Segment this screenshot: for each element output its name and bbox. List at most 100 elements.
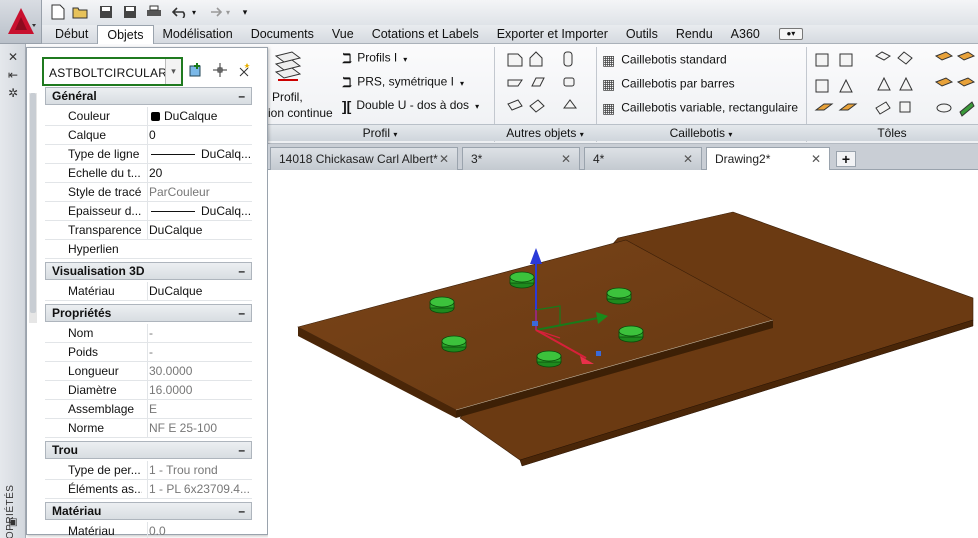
property-value[interactable]: DuCalque [147, 282, 251, 300]
tab-a360[interactable]: A360 [722, 25, 769, 44]
section-header[interactable]: Général – [45, 87, 252, 105]
doc-tab-4[interactable]: 4* ✕ [584, 147, 702, 170]
collapse-icon[interactable]: – [238, 503, 245, 519]
section-header[interactable]: Propriétés – [45, 304, 252, 322]
bolt-head[interactable] [606, 287, 632, 305]
object-type-select[interactable]: ASTBOLTCIRCULAR ▾ [42, 57, 183, 86]
property-value[interactable]: 20 [147, 164, 251, 182]
property-row[interactable]: Diamètre 16.0000 [45, 381, 252, 400]
panel-title-toles[interactable]: Tôles [806, 124, 978, 141]
section-header[interactable]: Matériau – [45, 502, 252, 520]
property-value[interactable]: 30.0000 [147, 362, 251, 380]
drawing-viewport[interactable] [268, 170, 978, 538]
palette-settings-icon[interactable]: ✲ [6, 86, 20, 100]
autres-objets-icons[interactable] [504, 50, 592, 120]
property-row[interactable]: Hyperlien [45, 240, 252, 259]
property-value[interactable]: 0.0 [147, 522, 251, 538]
property-row[interactable]: Matériau DuCalque [45, 282, 252, 301]
close-tab-icon[interactable]: ✕ [683, 148, 693, 170]
doc-tab-3[interactable]: 3* ✕ [462, 147, 580, 170]
collapse-icon[interactable]: – [238, 305, 245, 321]
property-row[interactable]: Nom - [45, 324, 252, 343]
autohide-icon[interactable]: ⇤ [6, 68, 20, 82]
doc-tab-14018[interactable]: 14018 Chickasaw Carl Albert* ✕ [270, 147, 458, 170]
redo-dropdown-icon[interactable]: ▾ [222, 3, 234, 21]
tab-cotations-et-labels[interactable]: Cotations et Labels [363, 25, 488, 44]
section-header[interactable]: Visualisation 3D – [45, 262, 252, 280]
property-value[interactable]: 0 [147, 126, 251, 144]
close-tab-icon[interactable]: ✕ [561, 148, 571, 170]
toggle-pickadd-icon[interactable] [187, 62, 205, 80]
property-row[interactable]: Type de ligne DuCalq... [45, 145, 252, 164]
save-as-icon[interactable] [120, 3, 140, 21]
bolt-head[interactable] [441, 335, 467, 353]
property-value[interactable]: DuCalque [147, 221, 251, 239]
property-row[interactable]: Epaisseur d... DuCalq... [45, 202, 252, 221]
property-row[interactable]: Assemblage E [45, 400, 252, 419]
undo-dropdown-icon[interactable]: ▾ [188, 3, 200, 21]
close-tab-icon[interactable]: ✕ [811, 148, 821, 170]
property-row[interactable]: Echelle du t... 20 [45, 164, 252, 183]
double-u-button[interactable]: ][Double U - dos à dos ▾ [342, 98, 479, 114]
caillebotis-variable-button[interactable]: ▦ Caillebotis variable, rectangulaire [602, 100, 798, 117]
panel-title-profil[interactable]: Profil ▾ [266, 124, 494, 141]
print-icon[interactable] [144, 3, 164, 21]
doc-tab-drawing2[interactable]: Drawing2* ✕ [706, 147, 830, 171]
tab-modelisation[interactable]: Modélisation [154, 25, 242, 44]
property-row[interactable]: Style de tracé ParCouleur [45, 183, 252, 202]
property-row[interactable]: Poids - [45, 343, 252, 362]
property-row[interactable]: Couleur DuCalque [45, 107, 252, 126]
property-row[interactable]: Transparence DuCalque [45, 221, 252, 240]
new-tab-plus-icon[interactable]: + [836, 151, 856, 167]
close-tab-icon[interactable]: ✕ [439, 148, 449, 170]
undo-icon[interactable] [170, 3, 190, 21]
property-row[interactable]: Norme NF E 25-100 [45, 419, 252, 438]
property-row[interactable]: Calque 0 [45, 126, 252, 145]
prs-symetrique-button[interactable]: ℶ PRS, symétrique I ▾ [342, 74, 464, 91]
property-row[interactable]: Longueur 30.0000 [45, 362, 252, 381]
property-value[interactable]: 1 - Trou rond [147, 461, 251, 479]
property-value[interactable]: ParCouleur [147, 183, 251, 201]
tab-vue[interactable]: Vue [323, 25, 363, 44]
z-axis-arrow-icon[interactable] [530, 248, 542, 264]
tab-debut[interactable]: Début [46, 25, 97, 44]
property-row[interactable]: Matériau 0.0 [45, 522, 252, 538]
save-icon[interactable] [96, 3, 116, 21]
property-value[interactable]: 1 - PL 6x23709.4... [147, 480, 251, 498]
property-value[interactable]: DuCalq... [147, 145, 251, 163]
caillebotis-standard-button[interactable]: ▦ Caillebotis standard [602, 52, 727, 69]
bolt-head[interactable] [536, 350, 562, 368]
property-row[interactable]: Type de per... 1 - Trou rond [45, 461, 252, 480]
customize-quick-access-icon[interactable]: ▾ [238, 3, 252, 21]
palette-menu-icon[interactable]: ▣ [6, 516, 20, 530]
tab-documents[interactable]: Documents [242, 25, 323, 44]
panel-title-autres-objets[interactable]: Autres objets ▾ [494, 124, 596, 141]
new-file-icon[interactable] [48, 3, 68, 21]
bolt-head[interactable] [509, 271, 535, 289]
close-icon[interactable]: ✕ [6, 50, 20, 64]
redo-icon[interactable] [204, 3, 224, 21]
gizmo-origin[interactable] [532, 321, 538, 326]
palette-scrollbar[interactable] [29, 93, 37, 323]
model-3d-view[interactable] [268, 170, 978, 538]
quick-select-icon[interactable] [235, 62, 253, 80]
property-value[interactable]: - [147, 343, 251, 361]
bolt-head[interactable] [429, 296, 455, 314]
property-value[interactable]: DuCalque [147, 107, 251, 125]
profils-i-button[interactable]: ℶ Profils I ▾ [342, 50, 407, 67]
property-value[interactable]: NF E 25-100 [147, 419, 251, 437]
profil-continue-button[interactable]: Profil, ion continue [266, 48, 338, 124]
property-value[interactable]: 16.0000 [147, 381, 251, 399]
tab-rendu[interactable]: Rendu [667, 25, 722, 44]
tab-exporter-et-importer[interactable]: Exporter et Importer [488, 25, 617, 44]
tab-objets[interactable]: Objets [97, 24, 154, 45]
toles-icons[interactable] [812, 50, 978, 120]
section-header[interactable]: Trou – [45, 441, 252, 459]
property-row[interactable]: Éléments as... 1 - PL 6x23709.4... [45, 480, 252, 499]
property-value[interactable]: DuCalq... [147, 202, 251, 220]
bolt-head[interactable] [618, 325, 644, 343]
property-value[interactable]: - [147, 324, 251, 342]
ribbon-minimize-toggle[interactable]: ●▾ [778, 28, 803, 40]
application-menu-button[interactable] [0, 0, 42, 44]
property-value[interactable]: E [147, 400, 251, 418]
